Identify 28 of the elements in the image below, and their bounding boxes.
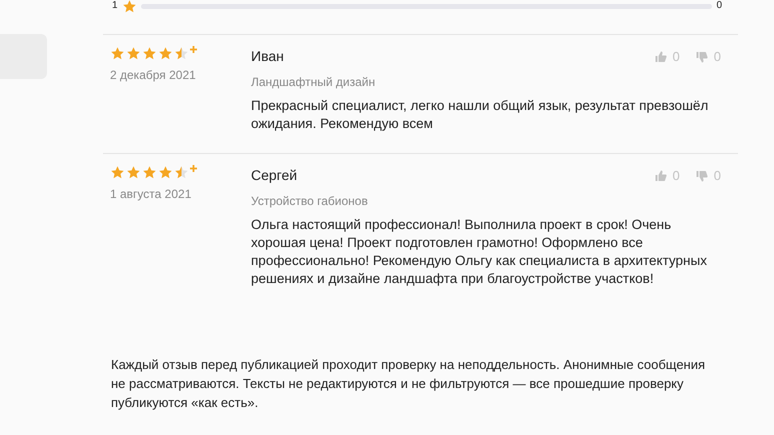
star-icon xyxy=(174,46,189,61)
review-text: Ольга настоящий профессионал! Выполнила проект в срок! Очень хорошая цена! Проект подготовлен грамотно! Оформлено все профессионально! Рекомендую Ольгу как специалиста в архитектурных решениях и дизайне ландшафта при благоустройстве участков! xyxy=(251,216,708,288)
star-icon xyxy=(126,165,141,180)
star-icon xyxy=(110,165,125,180)
sparkle-icon xyxy=(190,46,197,53)
star-icon xyxy=(110,46,125,61)
review-date: 2 декабря 2021 xyxy=(110,67,197,84)
thumbs-up-icon[interactable] xyxy=(654,170,667,182)
thumbs-up-icon[interactable] xyxy=(654,50,667,62)
author-name: Сергей xyxy=(251,166,298,185)
service-name: Устройство габионов xyxy=(251,193,369,210)
star-icon xyxy=(142,165,157,180)
thumbs-down-icon[interactable] xyxy=(696,50,708,62)
review-text: Прекрасный специалист, легко нашли общий язык, результат превзошёл ожидания. Рекомендую всем xyxy=(251,97,710,133)
star-icon xyxy=(122,0,137,14)
sparkle-icon xyxy=(190,165,197,172)
thumbs-down-icon[interactable] xyxy=(696,170,708,182)
star-icon xyxy=(142,46,157,61)
service-name: Ландшафтный дизайн xyxy=(251,74,376,91)
review-date: 1 августа 2021 xyxy=(110,186,192,203)
disclaimer-text: Каждый отзыв перед публикацией проходит проверку на неподдельность. Анонимные сообщения не рассматриваются. Тексты не редактируются и не фильтруются — все прошедшие проверку публикуются «как есть». xyxy=(111,356,706,412)
star-icon xyxy=(126,46,141,61)
rating-label: 1 xyxy=(112,1,118,11)
star-icon xyxy=(158,165,173,180)
author-name: Иван xyxy=(251,47,284,66)
star-icon xyxy=(174,165,189,180)
rating-count: 0 xyxy=(716,1,722,11)
star-icon xyxy=(158,46,173,61)
